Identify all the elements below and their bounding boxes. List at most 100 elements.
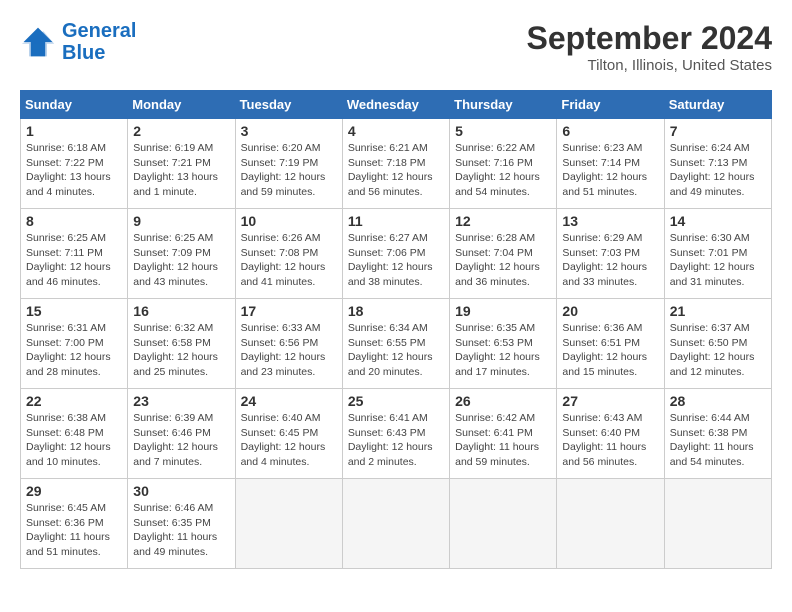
day-number: 27 <box>562 393 658 409</box>
day-info: Sunrise: 6:45 AM Sunset: 6:36 PM Dayligh… <box>26 501 122 560</box>
day-number: 7 <box>670 123 766 139</box>
weekday-header-saturday: Saturday <box>664 91 771 119</box>
day-number: 23 <box>133 393 229 409</box>
calendar-cell: 18Sunrise: 6:34 AM Sunset: 6:55 PM Dayli… <box>342 299 449 389</box>
calendar-cell: 1Sunrise: 6:18 AM Sunset: 7:22 PM Daylig… <box>21 119 128 209</box>
calendar-cell <box>557 479 664 569</box>
day-number: 16 <box>133 303 229 319</box>
weekday-header-tuesday: Tuesday <box>235 91 342 119</box>
day-number: 21 <box>670 303 766 319</box>
day-number: 28 <box>670 393 766 409</box>
day-info: Sunrise: 6:39 AM Sunset: 6:46 PM Dayligh… <box>133 411 229 470</box>
day-number: 29 <box>26 483 122 499</box>
calendar-cell: 5 Sunrise: 6:22 AM Sunset: 7:16 PM Daylig… <box>450 119 557 209</box>
calendar-cell: 14 Sunrise: 6:30 AM Sunset: 7:01 PM Dayli… <box>664 209 771 299</box>
week-row-5: 29 Sunrise: 6:45 AM Sunset: 6:36 PM Dayli… <box>21 479 772 569</box>
day-info: Sunrise: 6:27 AM Sunset: 7:06 PM Dayligh… <box>348 231 444 290</box>
logo-text: General Blue <box>62 20 136 64</box>
day-number: 15 <box>26 303 122 319</box>
logo: General Blue <box>20 20 136 64</box>
day-info: Sunrise: 6:33 AM Sunset: 6:56 PM Dayligh… <box>241 321 337 380</box>
day-info: Sunrise: 6:30 AM Sunset: 7:01 PM Dayligh… <box>670 231 766 290</box>
day-info: Sunrise: 6:19 AM Sunset: 7:21 PM Dayligh… <box>133 141 229 200</box>
calendar-cell: 8 Sunrise: 6:25 AM Sunset: 7:11 PM Daylig… <box>21 209 128 299</box>
day-number: 20 <box>562 303 658 319</box>
calendar-cell: 3 Sunrise: 6:20 AM Sunset: 7:19 PM Daylig… <box>235 119 342 209</box>
day-info: Sunrise: 6:24 AM Sunset: 7:13 PM Dayligh… <box>670 141 766 200</box>
calendar-cell: 25 Sunrise: 6:41 AM Sunset: 6:43 PM Dayli… <box>342 389 449 479</box>
day-number: 9 <box>133 213 229 229</box>
day-info: Sunrise: 6:37 AM Sunset: 6:50 PM Dayligh… <box>670 321 766 380</box>
logo-icon <box>20 24 56 60</box>
day-info: Sunrise: 6:44 AM Sunset: 6:38 PM Dayligh… <box>670 411 766 470</box>
day-number: 30 <box>133 483 229 499</box>
page-header: General Blue September 2024 Tilton, Illi… <box>20 20 772 74</box>
calendar-cell: 21 Sunrise: 6:37 AM Sunset: 6:50 PM Dayli… <box>664 299 771 389</box>
calendar-cell: 23 Sunrise: 6:39 AM Sunset: 6:46 PM Dayli… <box>128 389 235 479</box>
day-number: 26 <box>455 393 551 409</box>
calendar-cell: 22 Sunrise: 6:38 AM Sunset: 6:48 PM Dayli… <box>21 389 128 479</box>
day-info: Sunrise: 6:22 AM Sunset: 7:16 PM Dayligh… <box>455 141 551 200</box>
calendar-cell <box>342 479 449 569</box>
day-number: 11 <box>348 213 444 229</box>
weekday-header-sunday: Sunday <box>21 91 128 119</box>
day-number: 5 <box>455 123 551 139</box>
day-info: Sunrise: 6:31 AM Sunset: 7:00 PM Dayligh… <box>26 321 122 380</box>
day-info: Sunrise: 6:26 AM Sunset: 7:08 PM Dayligh… <box>241 231 337 290</box>
week-row-2: 8 Sunrise: 6:25 AM Sunset: 7:11 PM Daylig… <box>21 209 772 299</box>
day-number: 22 <box>26 393 122 409</box>
day-info: Sunrise: 6:38 AM Sunset: 6:48 PM Dayligh… <box>26 411 122 470</box>
calendar-cell: 24Sunrise: 6:40 AM Sunset: 6:45 PM Dayli… <box>235 389 342 479</box>
weekday-header-thursday: Thursday <box>450 91 557 119</box>
day-info: Sunrise: 6:28 AM Sunset: 7:04 PM Dayligh… <box>455 231 551 290</box>
calendar-cell: 19Sunrise: 6:35 AM Sunset: 6:53 PM Dayli… <box>450 299 557 389</box>
calendar-cell: 15 Sunrise: 6:31 AM Sunset: 7:00 PM Dayli… <box>21 299 128 389</box>
day-number: 8 <box>26 213 122 229</box>
calendar-cell: 28 Sunrise: 6:44 AM Sunset: 6:38 PM Dayli… <box>664 389 771 479</box>
calendar-cell: 26 Sunrise: 6:42 AM Sunset: 6:41 PM Dayli… <box>450 389 557 479</box>
calendar-cell: 30 Sunrise: 6:46 AM Sunset: 6:35 PM Dayli… <box>128 479 235 569</box>
day-info: Sunrise: 6:25 AM Sunset: 7:09 PM Dayligh… <box>133 231 229 290</box>
calendar-cell: 9 Sunrise: 6:25 AM Sunset: 7:09 PM Daylig… <box>128 209 235 299</box>
calendar-cell: 20Sunrise: 6:36 AM Sunset: 6:51 PM Dayli… <box>557 299 664 389</box>
calendar-cell: 12 Sunrise: 6:28 AM Sunset: 7:04 PM Dayli… <box>450 209 557 299</box>
day-number: 4 <box>348 123 444 139</box>
weekday-header-row: SundayMondayTuesdayWednesdayThursdayFrid… <box>21 91 772 119</box>
calendar-cell: 16 Sunrise: 6:32 AM Sunset: 6:58 PM Dayli… <box>128 299 235 389</box>
calendar-table: SundayMondayTuesdayWednesdayThursdayFrid… <box>20 90 772 569</box>
calendar-cell <box>450 479 557 569</box>
day-info: Sunrise: 6:20 AM Sunset: 7:19 PM Dayligh… <box>241 141 337 200</box>
calendar-cell: 7 Sunrise: 6:24 AM Sunset: 7:13 PM Daylig… <box>664 119 771 209</box>
day-info: Sunrise: 6:43 AM Sunset: 6:40 PM Dayligh… <box>562 411 658 470</box>
weekday-header-friday: Friday <box>557 91 664 119</box>
calendar-cell: 13Sunrise: 6:29 AM Sunset: 7:03 PM Dayli… <box>557 209 664 299</box>
calendar-cell: 11 Sunrise: 6:27 AM Sunset: 7:06 PM Dayli… <box>342 209 449 299</box>
day-info: Sunrise: 6:42 AM Sunset: 6:41 PM Dayligh… <box>455 411 551 470</box>
calendar-cell: 2Sunrise: 6:19 AM Sunset: 7:21 PM Daylig… <box>128 119 235 209</box>
calendar-cell: 27 Sunrise: 6:43 AM Sunset: 6:40 PM Dayli… <box>557 389 664 479</box>
calendar-cell <box>664 479 771 569</box>
day-info: Sunrise: 6:32 AM Sunset: 6:58 PM Dayligh… <box>133 321 229 380</box>
week-row-4: 22 Sunrise: 6:38 AM Sunset: 6:48 PM Dayli… <box>21 389 772 479</box>
calendar-cell: 4Sunrise: 6:21 AM Sunset: 7:18 PM Daylig… <box>342 119 449 209</box>
day-info: Sunrise: 6:41 AM Sunset: 6:43 PM Dayligh… <box>348 411 444 470</box>
calendar-cell <box>235 479 342 569</box>
calendar-cell: 17 Sunrise: 6:33 AM Sunset: 6:56 PM Dayli… <box>235 299 342 389</box>
day-number: 17 <box>241 303 337 319</box>
day-info: Sunrise: 6:23 AM Sunset: 7:14 PM Dayligh… <box>562 141 658 200</box>
weekday-header-wednesday: Wednesday <box>342 91 449 119</box>
day-number: 10 <box>241 213 337 229</box>
day-number: 19 <box>455 303 551 319</box>
day-info: Sunrise: 6:34 AM Sunset: 6:55 PM Dayligh… <box>348 321 444 380</box>
day-number: 14 <box>670 213 766 229</box>
calendar-cell: 10 Sunrise: 6:26 AM Sunset: 7:08 PM Dayli… <box>235 209 342 299</box>
day-info: Sunrise: 6:46 AM Sunset: 6:35 PM Dayligh… <box>133 501 229 560</box>
calendar-cell: 6Sunrise: 6:23 AM Sunset: 7:14 PM Daylig… <box>557 119 664 209</box>
location: Tilton, Illinois, United States <box>527 57 772 74</box>
day-number: 24 <box>241 393 337 409</box>
day-number: 3 <box>241 123 337 139</box>
day-number: 13 <box>562 213 658 229</box>
day-number: 12 <box>455 213 551 229</box>
day-info: Sunrise: 6:25 AM Sunset: 7:11 PM Dayligh… <box>26 231 122 290</box>
day-number: 25 <box>348 393 444 409</box>
